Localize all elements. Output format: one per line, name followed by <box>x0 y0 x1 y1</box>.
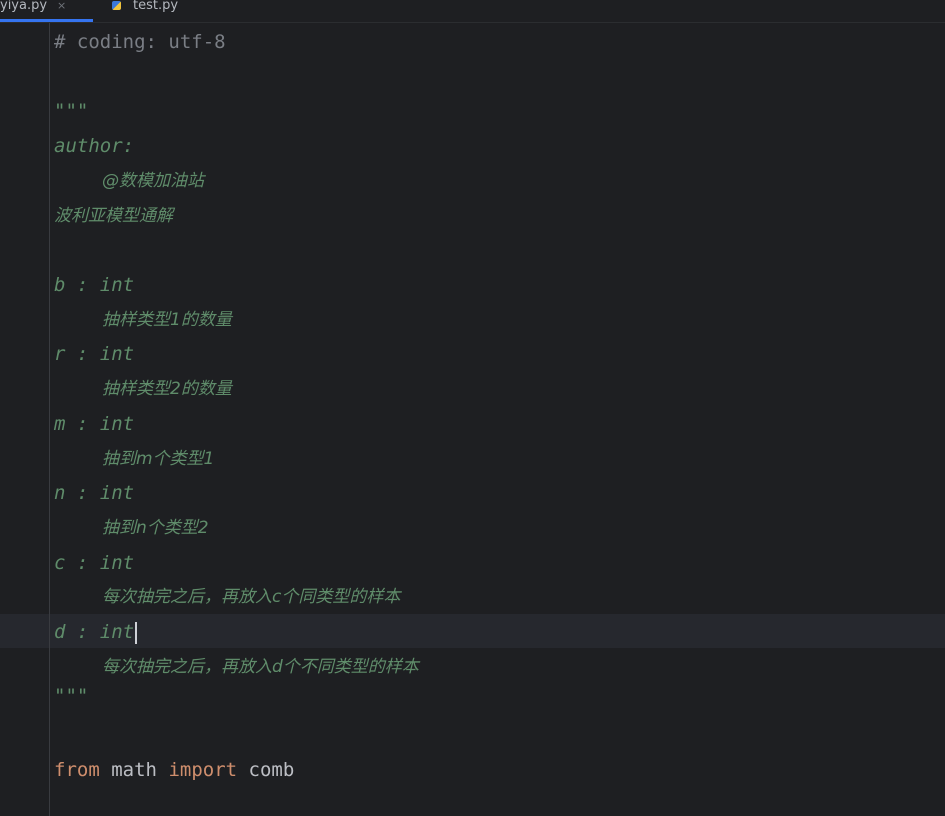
current-line-highlight <box>0 614 945 648</box>
code-line-m-decl: m : int <box>54 413 135 435</box>
code-line-author-name: @数模加油站 <box>102 171 204 191</box>
code-line-coding: # coding: utf-8 <box>54 31 226 53</box>
code-line-d-decl: d : int <box>54 620 138 644</box>
tab-label: yiya.py <box>0 0 48 13</box>
text-caret <box>135 621 138 644</box>
close-icon[interactable]: × <box>57 0 66 12</box>
tab-label: test.py <box>133 0 179 13</box>
tab-yiya-py[interactable]: yiya.py × <box>0 0 92 16</box>
code-line-b-desc: 抽样类型1的数量 <box>102 310 232 330</box>
code-line-docstring-close: """ <box>54 685 89 707</box>
code-line-b-decl: b : int <box>54 274 135 296</box>
code-line-n-desc: 抽到n个类型2 <box>102 518 209 538</box>
module-name: math <box>111 759 157 781</box>
code-line-d-desc: 每次抽完之后，再放入d个不同类型的样本 <box>102 657 419 677</box>
d-decl-text: d : int <box>54 621 135 643</box>
code-line-c-decl: c : int <box>54 552 135 574</box>
keyword-from: from <box>54 759 100 781</box>
code-line-n-decl: n : int <box>54 482 135 504</box>
imported-name: comb <box>248 759 295 781</box>
code-line-title: 波利亚模型通解 <box>54 206 173 226</box>
code-line-import: from math import comb <box>54 758 294 782</box>
code-line-c-desc: 每次抽完之后，再放入c个同类型的样本 <box>102 587 401 607</box>
tab-test-py[interactable]: test.py <box>112 0 178 16</box>
code-line-author: author: <box>54 135 135 157</box>
code-line-r-desc: 抽样类型2的数量 <box>102 379 232 399</box>
code-line-r-decl: r : int <box>54 343 135 365</box>
python-file-icon <box>112 0 121 10</box>
code-line-m-desc: 抽到m个类型1 <box>102 449 215 469</box>
active-tab-indicator <box>0 19 93 22</box>
keyword-import: import <box>168 759 238 781</box>
code-line-docstring-open: """ <box>54 100 89 122</box>
editor-tab-bar: yiya.py × test.py <box>0 0 945 23</box>
gutter-divider <box>49 23 50 816</box>
